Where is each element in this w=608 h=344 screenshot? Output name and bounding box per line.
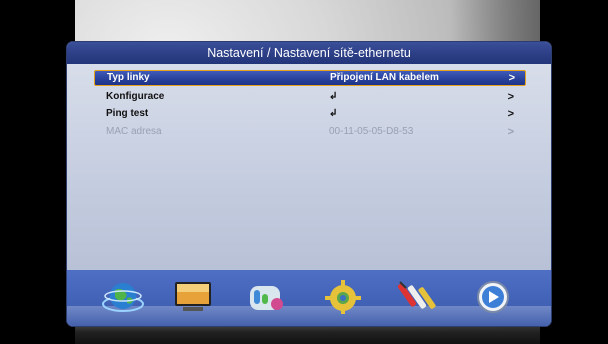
media-icon[interactable] [244,276,288,316]
enter-icon: ↲ [328,108,338,119]
chevron-right-icon: > [508,72,515,84]
window-title: Nastavení / Nastavení sítě-ethernetu [67,42,551,64]
row-label: Konfigurace [106,91,165,102]
row-ping-test[interactable]: Ping test ↲ > [94,106,524,122]
row-label: MAC adresa [106,126,162,137]
play-icon[interactable] [471,276,515,316]
row-mac-adresa: MAC adresa 00-11-05-05-D8-53 > [94,124,524,140]
globe-icon[interactable] [101,276,145,316]
settings-gear-icon[interactable] [321,276,365,316]
row-value: 00-11-05-05-D8-53 [329,126,414,137]
menu-icon-bar [67,270,551,326]
tv-monitor-icon[interactable] [171,276,215,316]
settings-list: Typ linky Připojení LAN kabelem > Konfig… [67,64,551,270]
enter-icon: ↲ [328,91,338,102]
settings-window: Nastavení / Nastavení sítě-ethernetu Typ… [67,42,551,326]
row-label: Ping test [106,108,149,119]
cable-connectors-icon[interactable] [396,276,440,316]
row-label: Typ linky [107,72,150,83]
chevron-right-icon: > [507,108,514,120]
chevron-right-icon: > [507,91,514,103]
row-value: Připojení LAN kabelem [330,72,439,83]
chevron-right-icon: > [507,126,514,138]
row-konfigurace[interactable]: Konfigurace ↲ > [94,89,524,105]
row-typ-linky[interactable]: Typ linky Připojení LAN kabelem > [94,70,526,86]
